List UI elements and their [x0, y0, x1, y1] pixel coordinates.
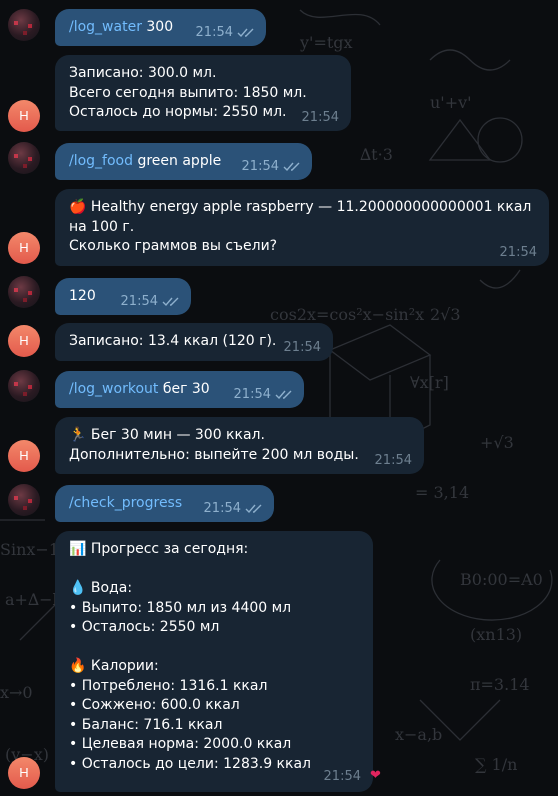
message-time: 21:54 [195, 25, 233, 40]
message-text: Осталось до нормы: 2550 мл. [69, 104, 287, 120]
heart-reaction-icon[interactable]: ❤ [370, 768, 381, 783]
message-text: • Потреблено: 1316.1 ккал [69, 677, 268, 694]
message-time: 21:54 [283, 340, 321, 355]
message-bubble-grams[interactable]: 120 21:54 [55, 278, 191, 315]
message-text: Бег 30 мин — 300 ккал. [86, 427, 265, 443]
message-time: 21:54 [499, 245, 537, 260]
user-avatar[interactable] [8, 484, 40, 516]
message-text: Калории: [86, 658, 159, 674]
message-text: Вода: [86, 580, 133, 596]
double-check-icon [283, 162, 300, 172]
user-avatar[interactable] [8, 276, 40, 308]
command-link-log-water[interactable]: /log_water [69, 19, 142, 35]
message-text: Всего сегодня выпито: 1850 мл. [69, 84, 307, 101]
command-link-log-food[interactable]: /log_food [69, 153, 133, 169]
message-bubble-food-info[interactable]: 🍎 Healthy energy apple raspberry — 11.20… [55, 189, 549, 266]
message-bubble-water-logged[interactable]: Записано: 300.0 мл. Всего сегодня выпито… [55, 55, 351, 131]
bot-avatar[interactable]: Н [8, 325, 40, 357]
message-time: 21:54 [374, 453, 412, 468]
double-check-icon [162, 297, 179, 307]
user-avatar[interactable] [8, 370, 40, 402]
message-text: Прогресс за сегодня: [86, 541, 249, 557]
message-text: Записано: 300.0 мл. [69, 65, 217, 81]
message-text: • Выпито: 1850 мл из 4400 мл [69, 599, 292, 616]
message-bubble-progress-report[interactable]: 📊 Прогресс за сегодня: 💧 Вода: • Выпито:… [55, 531, 373, 792]
message-time: 21:54 [323, 769, 361, 784]
double-check-icon [275, 390, 292, 400]
message-bubble-food-logged[interactable]: Записано: 13.4 ккал (120 г). 21:54 [55, 323, 333, 361]
message-time: 21:54 [203, 501, 241, 516]
message-time: 21:54 [233, 387, 271, 402]
message-bubble-log-water[interactable]: /log_water 300 21:54 [55, 9, 266, 46]
bot-avatar[interactable]: Н [8, 440, 40, 472]
message-text: • Баланс: 716.1 ккал [69, 716, 223, 733]
message-text: green apple [133, 153, 222, 169]
double-check-icon [237, 28, 254, 38]
runner-icon: 🏃 [69, 427, 87, 443]
fire-icon: 🔥 [69, 658, 87, 674]
command-link-log-workout[interactable]: /log_workout [69, 381, 158, 397]
droplet-icon: 💧 [69, 580, 87, 596]
message-text: Записано: 13.4 ккал (120 г). [69, 333, 277, 349]
message-bubble-workout-logged[interactable]: 🏃 Бег 30 мин — 300 ккал. Дополнительно: … [55, 417, 424, 474]
message-text: • Сожжено: 600.0 ккал [69, 697, 240, 713]
message-text: • Целевая норма: 2000.0 ккал [69, 736, 292, 752]
red-apple-icon: 🍎 [69, 199, 87, 215]
bar-chart-icon: 📊 [69, 541, 87, 557]
message-text: Healthy energy apple raspberry — 11.2000… [86, 199, 532, 215]
message-text: 300 [141, 19, 174, 35]
message-bubble-log-food[interactable]: /log_food green apple 21:54 [55, 143, 312, 180]
double-check-icon [245, 504, 262, 514]
message-text: бег 30 [158, 381, 210, 397]
message-bubble-check-progress[interactable]: /check_progress 21:54 [55, 485, 274, 522]
command-link-check-progress[interactable]: /check_progress [69, 495, 182, 511]
message-text: • Осталось до цели: 1283.9 ккал [69, 755, 311, 772]
message-time: 21:54 [241, 159, 279, 174]
message-time: 21:54 [120, 294, 158, 309]
message-text: Дополнительно: выпейте 200 мл воды. [69, 446, 359, 463]
bot-avatar[interactable]: Н [8, 232, 40, 264]
bot-avatar[interactable]: Н [8, 100, 40, 132]
message-text: Сколько граммов вы съели? [69, 238, 278, 254]
message-bubble-log-workout[interactable]: /log_workout бег 30 21:54 [55, 371, 304, 408]
bot-avatar[interactable]: Н [8, 757, 40, 789]
user-avatar[interactable] [8, 142, 40, 174]
message-time: 21:54 [301, 110, 339, 125]
user-avatar[interactable] [8, 9, 40, 41]
message-text: на 100 г. [69, 218, 135, 235]
message-text: • Осталось: 2550 мл [69, 619, 220, 635]
